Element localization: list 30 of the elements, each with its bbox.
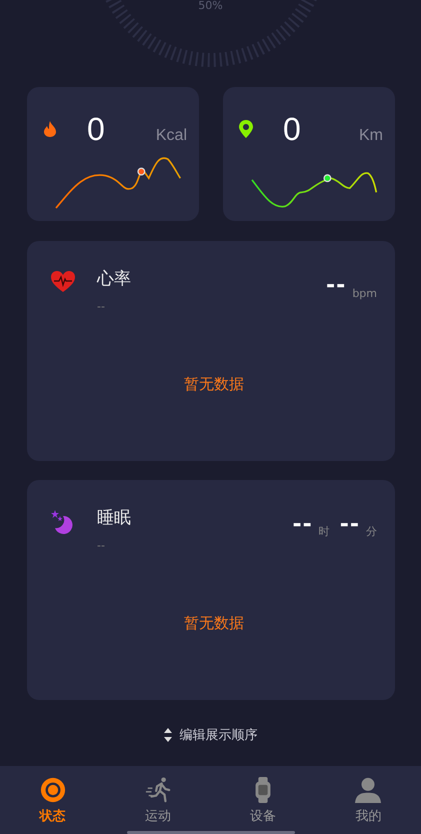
nav-tab[interactable]: 状态 (0, 766, 106, 834)
location-pin-icon (239, 120, 253, 138)
nav-tab[interactable]: 运动 (105, 766, 210, 834)
flame-icon (43, 121, 57, 137)
running-person-icon (144, 777, 171, 803)
stat-unit: Km (359, 127, 383, 145)
no-data-text: 暂无数据 (184, 375, 244, 394)
moon-stars-icon (51, 510, 75, 534)
heart-rate-icon (51, 271, 75, 293)
sort-icon (164, 728, 172, 742)
edit-order-link[interactable]: 编辑展示顺序 (180, 726, 258, 744)
reading-value: -- (340, 514, 360, 536)
nav-tab[interactable]: 设备 (210, 766, 316, 834)
person-icon (355, 777, 382, 803)
metric-subtitle: -- (97, 300, 106, 313)
stat-unit: Kcal (156, 127, 187, 145)
nav-tab[interactable]: 我的 (316, 766, 421, 834)
ring-icon (40, 777, 66, 803)
metric-title: 睡眠 (97, 507, 131, 529)
reading-unit: bpm (352, 287, 377, 300)
reading-value: -- (292, 514, 313, 536)
metric-title: 心率 (97, 268, 131, 290)
reading-unit: 分 (366, 524, 377, 539)
metric-subtitle: -- (97, 539, 106, 552)
no-data-text: 暂无数据 (184, 614, 244, 633)
ring-percent: 50% (198, 0, 223, 12)
reading-unit: 时 (318, 524, 330, 539)
reading-value: -- (326, 275, 346, 297)
stat-value: 0 (283, 110, 301, 148)
stat-value: 0 (87, 110, 105, 148)
